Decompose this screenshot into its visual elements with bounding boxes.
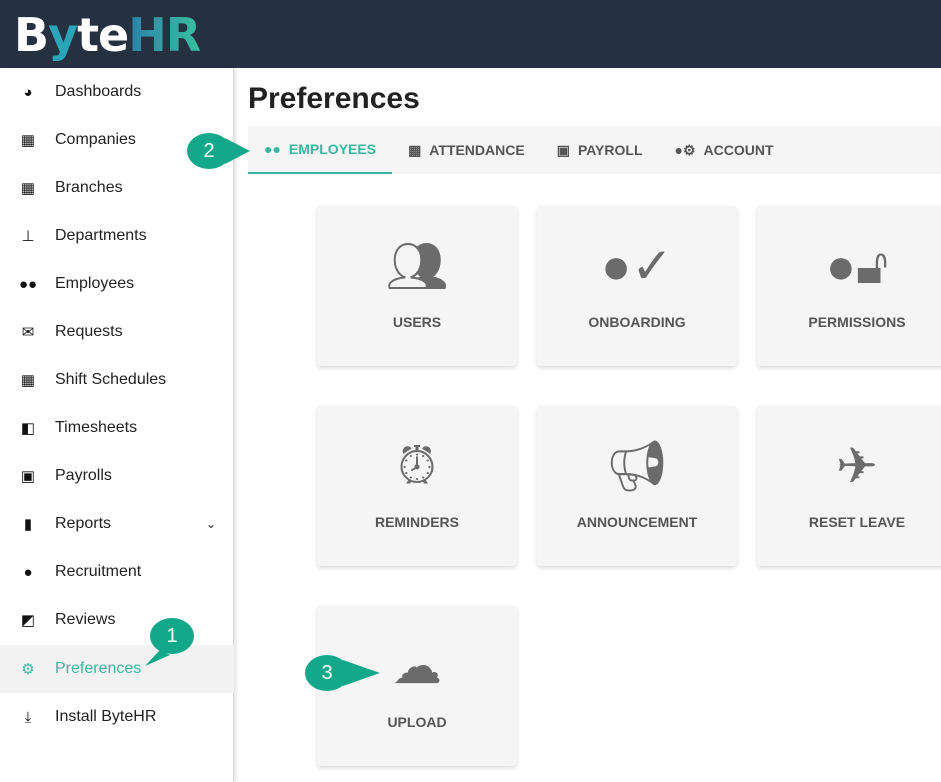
callout-1: 1 (150, 618, 194, 654)
callout-3: 3 (305, 655, 349, 691)
callout-arrows (145, 138, 380, 686)
callout-2: 2 (187, 133, 231, 169)
